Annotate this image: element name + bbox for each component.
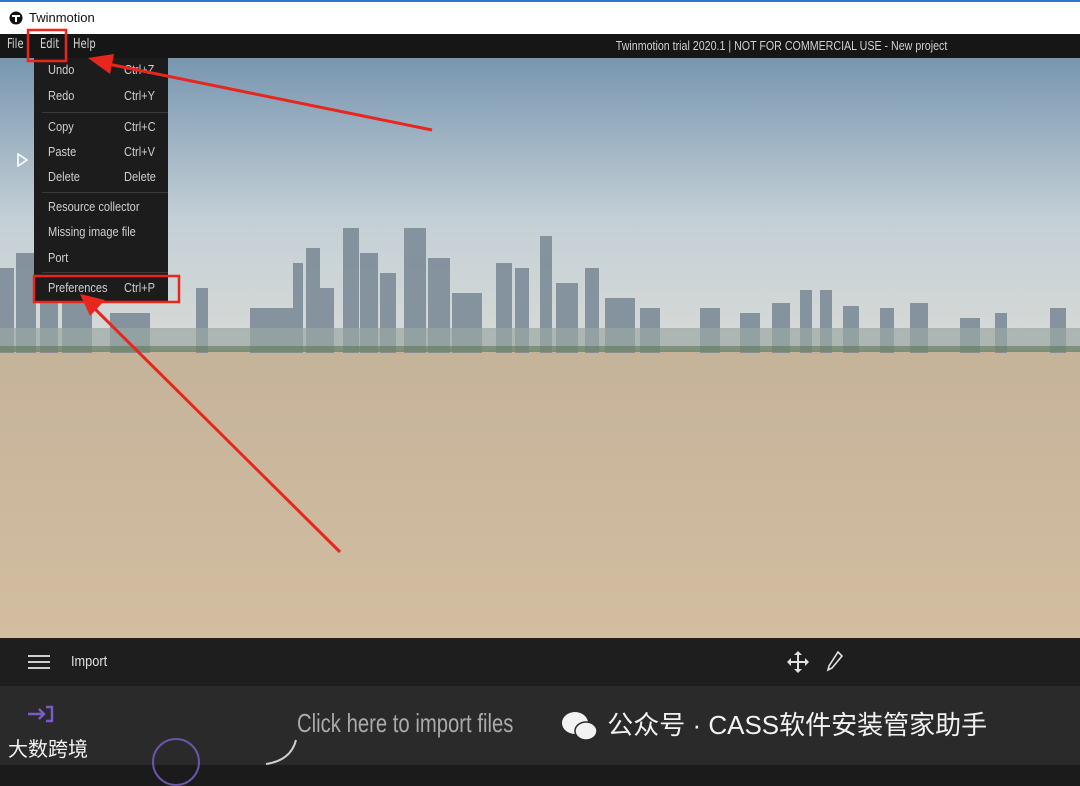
menu-item-label: Preferences <box>48 280 108 295</box>
menu-item-redo[interactable]: Redo Ctrl+Y <box>34 84 168 108</box>
menu-item-resource-collector[interactable]: Resource collector <box>34 195 168 219</box>
hamburger-menu-icon[interactable] <box>28 655 50 669</box>
menu-item-missing-image-file[interactable]: Missing image file <box>34 220 168 244</box>
menu-help[interactable]: Help <box>73 37 96 52</box>
menu-item-label: Undo <box>48 62 75 77</box>
menu-bar: File Edit Help Twinmotion trial 2020.1 |… <box>0 34 1080 58</box>
edit-dropdown-menu: Undo Ctrl+Z Redo Ctrl+Y Copy Ctrl+C Past… <box>34 58 168 302</box>
play-icon[interactable] <box>16 153 28 167</box>
curved-arrow-icon <box>265 739 297 765</box>
menu-item-shortcut: Ctrl+V <box>124 144 156 159</box>
menu-item-shortcut: Ctrl+P <box>124 280 156 295</box>
wechat-icon <box>562 712 598 741</box>
menu-separator <box>42 112 168 113</box>
menu-item-delete[interactable]: Delete Delete <box>34 165 168 189</box>
menu-edit[interactable]: Edit <box>40 37 59 52</box>
menu-item-paste[interactable]: Paste Ctrl+V <box>34 140 168 164</box>
wechat-watermark: 公众号 · CASS软件安装管家助手 <box>560 705 987 744</box>
menu-item-label: Delete <box>48 169 80 184</box>
menu-item-copy[interactable]: Copy Ctrl+C <box>34 115 168 139</box>
menu-item-port[interactable]: Port <box>34 246 168 270</box>
menu-separator <box>42 192 168 193</box>
menu-item-preferences[interactable]: Preferences Ctrl+P <box>34 276 168 300</box>
menu-separator <box>42 272 168 273</box>
import-hint[interactable]: Click here to import files <box>297 708 513 739</box>
bottom-panel: Import Click here to import files <box>0 638 1080 786</box>
watermark-text: 公众号 · CASS软件安装管家助手 <box>607 710 988 740</box>
menu-item-shortcut: Ctrl+Z <box>124 62 155 77</box>
menu-item-label: Redo <box>48 88 75 103</box>
menu-item-shortcut: Ctrl+C <box>124 119 156 134</box>
twinmotion-logo-icon <box>9 11 23 25</box>
menu-item-shortcut: Delete <box>124 169 156 184</box>
menu-item-label: Paste <box>48 144 77 159</box>
project-status: Twinmotion trial 2020.1 | NOT FOR COMMER… <box>615 38 947 53</box>
menu-item-label: Resource collector <box>48 199 140 214</box>
eyedropper-icon[interactable] <box>826 650 844 672</box>
move-icon[interactable] <box>786 650 810 674</box>
menu-item-shortcut: Ctrl+Y <box>124 88 156 103</box>
menu-item-label: Port <box>48 250 69 265</box>
window-title: Twinmotion <box>29 10 95 25</box>
menu-item-label: Missing image file <box>48 224 136 239</box>
panel-toolbar: Import <box>0 638 1080 686</box>
brand-watermark: 大数跨境 <box>8 733 88 762</box>
add-import-button[interactable] <box>152 738 200 786</box>
menu-item-undo[interactable]: Undo Ctrl+Z <box>34 58 168 82</box>
import-icon[interactable] <box>26 704 54 724</box>
panel-title: Import <box>71 653 108 670</box>
window-title-bar: Twinmotion <box>0 0 1080 34</box>
watermark-text: 大数跨境 <box>8 739 88 761</box>
menu-item-label: Copy <box>48 119 74 134</box>
menu-file[interactable]: File <box>7 37 24 52</box>
